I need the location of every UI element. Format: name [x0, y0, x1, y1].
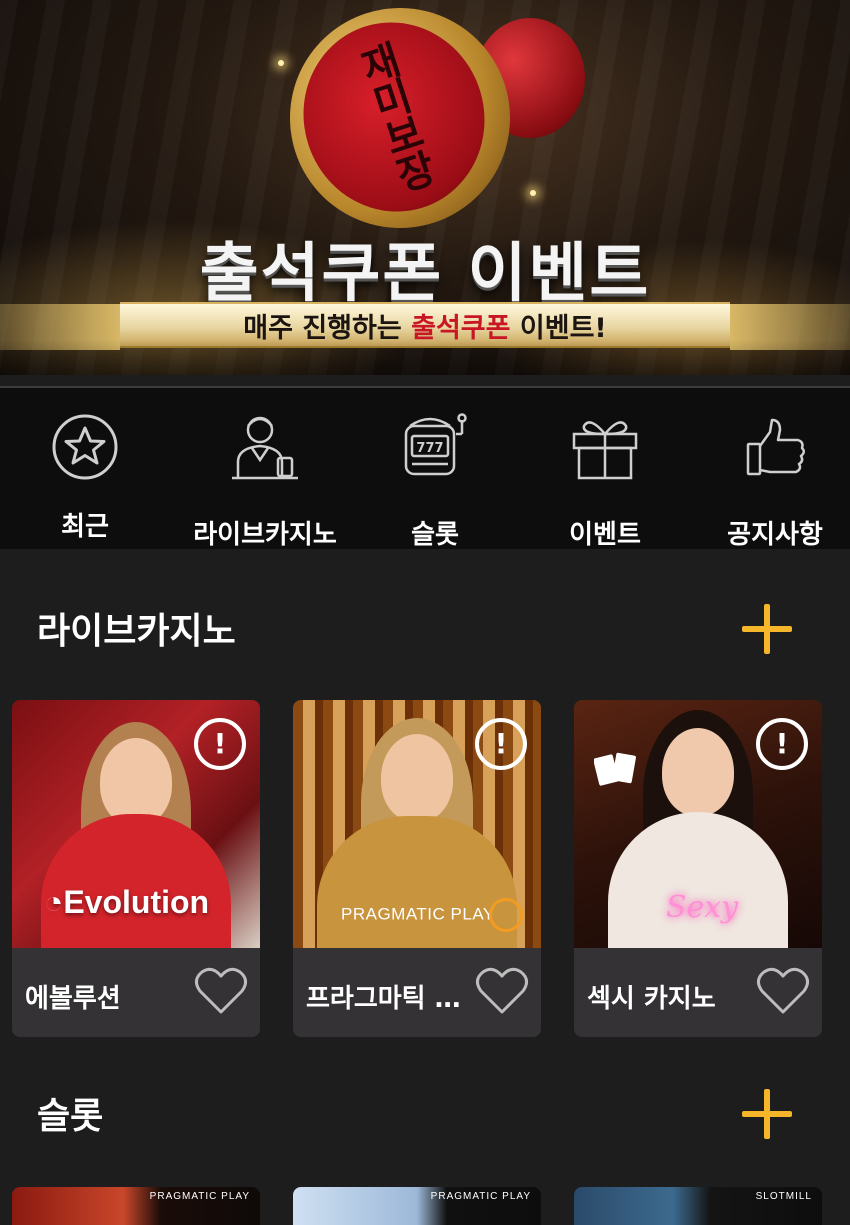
stamp-text: 재미보장 — [348, 37, 440, 197]
category-label: 공지사항 — [727, 520, 823, 550]
info-button[interactable]: ! — [194, 718, 246, 770]
brand-logo-evolution: ◔Evolution — [44, 884, 210, 920]
gift-icon — [572, 421, 638, 480]
game-name: 프라그마틱 플레이 — [306, 984, 476, 1014]
dealer-body — [41, 814, 231, 948]
category-label: 이벤트 — [569, 520, 641, 550]
sparkle-icon — [278, 60, 284, 66]
category-label: 라이브카지노 — [193, 520, 337, 550]
slot-provider: PRAGMATIC PLAY — [149, 1191, 250, 1202]
svg-text:777: 777 — [416, 441, 443, 456]
brand-name: Evolution — [63, 884, 210, 920]
category-label: 슬롯 — [411, 520, 459, 550]
category-recent[interactable]: 최근 — [0, 388, 170, 551]
live-casino-section-header: 라이브카지노 — [0, 602, 850, 662]
heart-icon[interactable] — [194, 966, 248, 1016]
playing-cards-icon — [594, 752, 636, 786]
dealer-face — [381, 734, 453, 822]
slot-provider: PRAGMATIC PLAY — [430, 1191, 531, 1202]
category-nav: 최근 라이브카지노 777 슬롯 이벤트 공지사항 — [0, 386, 850, 551]
dealer-body — [608, 812, 788, 948]
slot-card[interactable]: PRAGMATIC PLAY — [12, 1187, 260, 1225]
category-live-casino[interactable]: 라이브카지노 — [180, 388, 350, 551]
dealer-face — [662, 728, 734, 816]
stamp-face: 재미보장 — [279, 0, 509, 236]
category-notice[interactable]: 공지사항 — [690, 388, 850, 551]
slots-section-header: 슬롯 — [0, 1087, 850, 1147]
dealer-icon — [232, 416, 298, 480]
game-name: 섹시 카지노 — [587, 984, 716, 1014]
game-name: 에볼루션 — [25, 984, 121, 1014]
pragmatic-ring-icon — [488, 898, 523, 932]
plus-icon[interactable] — [742, 1089, 792, 1139]
slot-card[interactable]: PRAGMATIC PLAY — [293, 1187, 541, 1225]
brand-logo-sexy: Sexy — [666, 890, 739, 925]
info-button[interactable]: ! — [475, 718, 527, 770]
brand-name: PRAGMATIC PLAY — [341, 904, 495, 924]
banner-shade — [0, 340, 850, 375]
section-title: 라이브카지노 — [37, 611, 236, 652]
thumbs-up-icon — [746, 418, 805, 476]
game-card-evolution[interactable]: ◔Evolution ! 에볼루션 — [12, 700, 260, 1037]
stamp-image: 재미보장 — [261, 0, 600, 257]
heart-icon[interactable] — [475, 966, 529, 1016]
banner-title: 출석쿠폰 이벤트 — [199, 237, 651, 311]
slot-provider: SLOTMILL — [755, 1191, 812, 1202]
dealer-face — [100, 738, 172, 826]
star-circle-icon — [52, 414, 118, 480]
category-slots[interactable]: 777 슬롯 — [350, 388, 520, 551]
slot-card[interactable]: SLOTMILL — [574, 1187, 822, 1225]
category-events[interactable]: 이벤트 — [520, 388, 690, 551]
brand-logo-pragmatic: PRAGMATIC PLAY — [341, 898, 523, 932]
slot-machine-icon: 777 — [404, 413, 467, 476]
game-card-sexy[interactable]: Sexy ! 섹시 카지노 — [574, 700, 822, 1037]
info-button[interactable]: ! — [756, 718, 808, 770]
plus-icon[interactable] — [742, 604, 792, 654]
game-card-pragmatic[interactable]: PRAGMATIC PLAY ! 프라그마틱 플레이 — [293, 700, 541, 1037]
promo-banner[interactable]: 재미보장 출석쿠폰 이벤트 매주 진행하는 출석쿠폰 이벤트! — [0, 0, 850, 375]
heart-icon[interactable] — [756, 966, 810, 1016]
sparkle-icon — [530, 190, 536, 196]
category-label: 최근 — [61, 512, 109, 542]
section-title: 슬롯 — [37, 1096, 104, 1137]
